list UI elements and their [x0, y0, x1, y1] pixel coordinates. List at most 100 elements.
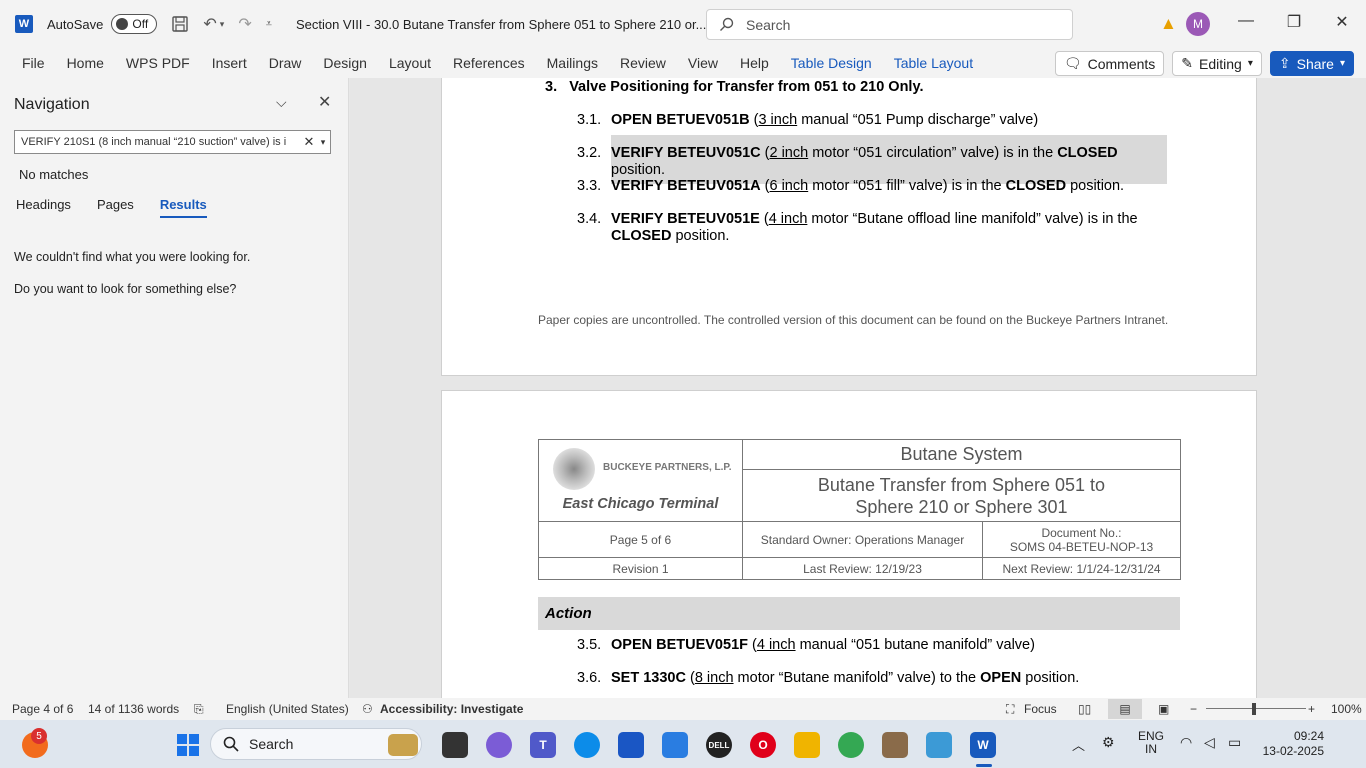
taskbar-search-label: Search [249, 736, 294, 752]
item-size: 4 inch [756, 637, 796, 653]
zoom-in-icon[interactable]: + [1308, 702, 1315, 716]
search-box[interactable]: Search [706, 9, 1073, 40]
undo-dropdown-icon[interactable]: ▾ [220, 19, 225, 30]
chevron-up-icon[interactable]: ︿ [1072, 735, 1085, 754]
list-item: 3.2. VERIFY BETEUV051C (2 inch motor “05… [577, 135, 1167, 184]
accessibility-status[interactable]: Accessibility: Investigate [380, 702, 523, 716]
chevron-down-icon: ▾ [1247, 58, 1253, 69]
app-icon[interactable] [882, 732, 908, 758]
item-size: 4 inch [768, 211, 808, 227]
item-number: 3.5. [577, 637, 602, 653]
comments-button[interactable]: 🗨 Comments [1054, 51, 1165, 76]
document-page[interactable]: 3. Valve Positioning for Transfer from 0… [441, 78, 1257, 376]
item-number: 3.4. [577, 211, 602, 227]
file-explorer-icon[interactable] [794, 732, 820, 758]
chevron-down-icon[interactable]: ⌵ [276, 94, 287, 111]
close-icon[interactable]: ✕ [1330, 12, 1354, 32]
zoom-out-icon[interactable]: − [1190, 702, 1197, 716]
footer-note: Paper copies are uncontrolled. The contr… [538, 313, 1169, 327]
tab-draw[interactable]: Draw [258, 55, 313, 71]
item-number: 3.3. [577, 178, 602, 194]
item-size: 6 inch [769, 178, 809, 194]
action-heading: Action [538, 597, 1180, 630]
warning-icon[interactable]: ▲ [1160, 14, 1177, 34]
edge-icon[interactable] [574, 732, 600, 758]
customize-toolbar-icon[interactable]: ⩡ [266, 18, 272, 31]
share-button[interactable]: ⇪ Share ▾ [1269, 51, 1354, 76]
tab-help[interactable]: Help [729, 55, 780, 71]
list-item: 3.1. OPEN BETUEV051B (3 inch manual “051… [577, 112, 1166, 129]
undo-icon[interactable]: ↶ ▾ [203, 14, 224, 34]
item-number: 3.1. [577, 112, 602, 128]
network-status-icon[interactable]: ⚙ [1102, 734, 1115, 751]
battery-icon[interactable]: ▭ [1228, 734, 1241, 751]
minimize-icon[interactable]: — [1234, 12, 1258, 30]
tab-home[interactable]: Home [56, 55, 115, 71]
tab-design[interactable]: Design [312, 55, 378, 71]
language-indicator[interactable]: ENG IN [1138, 730, 1164, 756]
tab-view[interactable]: View [677, 55, 729, 71]
tab-results[interactable]: Results [159, 197, 207, 218]
logo-text: BUCKEYE PARTNERS, L.P. [603, 462, 732, 473]
document-header-table[interactable]: BUCKEYE PARTNERS, L.P. East Chicago Term… [538, 439, 1181, 580]
tab-mailings[interactable]: Mailings [536, 55, 609, 71]
opera-icon[interactable]: O [750, 732, 776, 758]
focus-button[interactable]: Focus [1024, 702, 1057, 716]
restore-icon[interactable]: ❐ [1282, 12, 1306, 32]
tab-table-design[interactable]: Table Design [780, 55, 883, 71]
app-icon[interactable] [926, 732, 952, 758]
document-title[interactable]: Section VIII - 30.0 Butane Transfer from… [296, 17, 722, 32]
store-icon[interactable] [618, 732, 644, 758]
close-icon[interactable]: ✕ [318, 92, 331, 112]
buckeye-logo-icon [553, 448, 595, 490]
autosave-label: AutoSave [47, 16, 104, 32]
no-matches-text: No matches [19, 167, 89, 182]
dell-icon[interactable]: DELL [706, 732, 732, 758]
copilot-icon[interactable] [486, 732, 512, 758]
clock[interactable]: 09:24 13-02-2025 [1256, 729, 1324, 759]
teams-icon[interactable]: T [530, 732, 556, 758]
volume-icon[interactable]: ◁ [1204, 734, 1215, 751]
zoom-slider-handle[interactable] [1252, 703, 1256, 715]
power-automate-icon[interactable] [662, 732, 688, 758]
redo-icon[interactable]: ↷ [238, 14, 251, 34]
tab-headings[interactable]: Headings [16, 197, 71, 218]
zoom-slider[interactable] [1206, 708, 1306, 709]
terminal-icon[interactable] [442, 732, 468, 758]
search-options-dropdown-icon[interactable]: ▾ [316, 137, 330, 148]
document-canvas[interactable]: 3. Valve Positioning for Transfer from 0… [350, 78, 1366, 698]
document-page[interactable]: BUCKEYE PARTNERS, L.P. East Chicago Term… [441, 390, 1257, 698]
word-count[interactable]: 14 of 1136 words [88, 702, 179, 716]
web-layout-icon[interactable]: ▣ [1158, 702, 1169, 716]
wifi-icon[interactable]: ◠ [1180, 734, 1192, 751]
save-icon[interactable] [171, 15, 189, 33]
toggle-knob [116, 18, 129, 30]
tab-review[interactable]: Review [609, 55, 677, 71]
clear-search-icon[interactable]: ✕ [302, 134, 316, 150]
tab-references[interactable]: References [442, 55, 536, 71]
page-count[interactable]: Page 4 of 6 [12, 702, 73, 716]
print-layout-icon[interactable]: ▤ [1108, 699, 1142, 719]
tab-insert[interactable]: Insert [201, 55, 258, 71]
proofing-icon[interactable]: ⎘ [194, 702, 204, 717]
chrome-icon[interactable] [838, 732, 864, 758]
start-icon[interactable] [175, 732, 201, 758]
language-indicator[interactable]: English (United States) [226, 702, 349, 716]
zoom-level[interactable]: 100% [1331, 702, 1362, 716]
word-taskbar-icon[interactable]: W [970, 732, 996, 758]
tab-table-layout[interactable]: Table Layout [883, 55, 984, 71]
item-text: ( [759, 211, 769, 227]
read-mode-icon[interactable]: ▯▯ [1078, 702, 1091, 716]
avatar[interactable]: M [1186, 12, 1210, 36]
navigation-search-input[interactable]: VERIFY 210S1 (8 inch manual “210 suction… [14, 130, 331, 154]
item-text: position. [611, 162, 666, 178]
item-size: 8 inch [694, 670, 734, 686]
logo-cell: BUCKEYE PARTNERS, L.P. East Chicago Term… [538, 439, 743, 522]
radio-icon[interactable] [388, 734, 418, 756]
tab-file[interactable]: File [0, 55, 56, 71]
autosave-toggle[interactable]: Off [111, 14, 158, 34]
tab-pages[interactable]: Pages [97, 197, 134, 218]
tab-wps-pdf[interactable]: WPS PDF [115, 55, 201, 71]
editing-button[interactable]: ✎ Editing ▾ [1172, 51, 1262, 76]
tab-layout[interactable]: Layout [378, 55, 442, 71]
